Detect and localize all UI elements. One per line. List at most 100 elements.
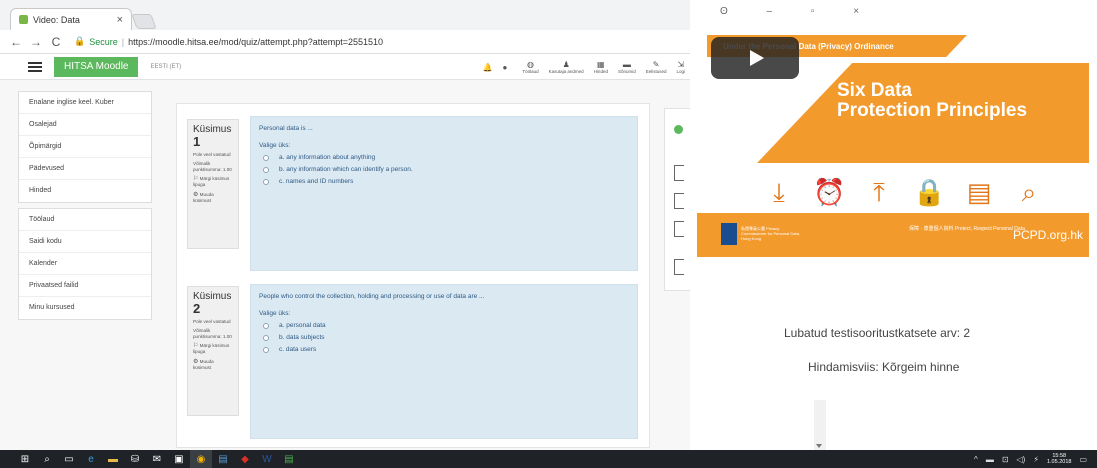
question-number: 1 xyxy=(193,134,201,149)
answer-prompt: Valige üks: xyxy=(259,310,291,317)
url-input[interactable]: 🔒 Secure | https://moodle.hitsa.ee/mod/q… xyxy=(74,36,383,47)
sidebar-item-site-home[interactable]: Saidi kodu xyxy=(19,231,151,253)
search-icon[interactable]: ⌕ xyxy=(36,450,58,468)
status-dot xyxy=(674,125,683,134)
edge-icon[interactable]: e xyxy=(80,450,102,468)
scrollbar[interactable] xyxy=(814,400,826,450)
chat-icon[interactable]: ● xyxy=(503,63,508,72)
sidebar-item-dashboard[interactable]: Töölaud xyxy=(19,209,151,231)
answer-option[interactable]: a. any information about anything xyxy=(259,154,629,161)
scroll-down-icon[interactable] xyxy=(816,444,822,448)
sidebar-item-course[interactable]: Enalane inglise keel. Kuber xyxy=(19,92,151,114)
question-box: People who control the collection, holdi… xyxy=(250,284,638,439)
logout-icon: ⇲ xyxy=(677,60,685,69)
principles-icons: ⤓ ⏰ ⤒ 🔒 ▤ ⌕ xyxy=(763,177,1045,207)
tray-app-icon[interactable]: ▬ xyxy=(986,455,994,464)
quiz-nav-button[interactable] xyxy=(674,259,684,275)
pcpd-logo-text: 私隱專員公署 Privacy Commissioner for Personal… xyxy=(741,226,800,241)
forward-icon[interactable]: → xyxy=(30,35,42,49)
back-icon[interactable]: ← xyxy=(10,35,22,49)
video-player[interactable]: Under the Personal Data (Privacy) Ordina… xyxy=(697,27,1097,257)
browser-tab[interactable]: Video: Data × xyxy=(10,8,132,30)
tray-expand-icon[interactable]: ^ xyxy=(974,455,978,464)
answer-option[interactable]: c. names and ID numbers xyxy=(259,178,629,185)
answer-option[interactable]: a. personal data xyxy=(259,322,629,329)
browser-tabstrip: Video: Data × xyxy=(0,0,690,30)
notification-icon[interactable]: ▭ xyxy=(1079,455,1087,464)
windows-start-icon[interactable]: ⊞ xyxy=(14,450,36,468)
sidebar-item-private-files[interactable]: Privaatsed failid xyxy=(19,275,151,297)
reload-icon[interactable]: C xyxy=(50,35,62,49)
nav-messages[interactable]: ▬ Sõnumid xyxy=(618,60,636,74)
nav-right: 🔔 ● ◍ Töölaud ♟ Kasutaja andmed ▦ Hinded… xyxy=(483,54,690,80)
system-tray: ^ ▬ ⊡ ◁) ⚡ 15:58 1.05.2018 ▭ xyxy=(974,450,1097,468)
brand-logo[interactable]: HITSA Moodle xyxy=(54,56,139,77)
store-icon[interactable]: ⛁ xyxy=(124,450,146,468)
edit-question-link[interactable]: ⚙ Muuda küsimust xyxy=(193,192,233,204)
quiz-nav-button[interactable] xyxy=(674,165,684,181)
lock-icon: 🔒 xyxy=(74,36,86,46)
power-icon[interactable]: ⚡ xyxy=(1033,455,1039,464)
footer-url: PCPD.org.hk xyxy=(1013,228,1084,242)
hd-app-icon[interactable]: ▤ xyxy=(212,450,234,468)
quiz-nav-button[interactable] xyxy=(674,221,684,237)
flag-question-link[interactable]: ⚐ Märgi küsimus lipuga xyxy=(193,176,233,188)
chrome-icon[interactable]: ◉ xyxy=(190,450,212,468)
grid-icon: ▦ xyxy=(597,60,605,69)
moodle-navbar: HITSA Moodle EESTI (ET) 🔔 ● ◍ Töölaud ♟ … xyxy=(0,54,690,80)
app-icon[interactable]: ▣ xyxy=(168,450,190,468)
upload-icon: ⤒ xyxy=(873,177,885,207)
screen: Video: Data × ← → C 🔒 Secure | https://m… xyxy=(0,0,1097,468)
attempts-allowed: Lubatud testisooritustkatsete arv: 2 xyxy=(784,326,971,340)
nav-profile[interactable]: ♟ Kasutaja andmed xyxy=(549,60,584,74)
new-tab-button[interactable] xyxy=(131,14,157,29)
sidebar-item-competencies[interactable]: Pädevused xyxy=(19,158,151,180)
answer-option[interactable]: b. data subjects xyxy=(259,334,629,341)
radio-button[interactable] xyxy=(263,178,269,185)
footer-slogan: 保障 · 尊重個人資料 Protect, Respect Personal Da… xyxy=(909,226,1025,232)
sidebar-item-my-courses[interactable]: Minu kursused xyxy=(19,297,151,319)
download-icon: ⤓ xyxy=(773,177,785,207)
edit-question-link[interactable]: ⚙ Muuda küsimust xyxy=(193,359,233,371)
clock[interactable]: 15:58 1.05.2018 xyxy=(1047,453,1071,465)
question-text: Personal data is ... xyxy=(259,125,313,132)
play-button[interactable] xyxy=(711,37,799,79)
nav-preferences[interactable]: ✎ Eelistused xyxy=(646,60,667,74)
menu-icon[interactable] xyxy=(28,61,42,72)
radio-button[interactable] xyxy=(263,154,269,161)
user-icon: ♟ xyxy=(562,60,570,69)
volume-icon[interactable]: ◁) xyxy=(1017,455,1026,464)
word-icon[interactable]: W xyxy=(256,450,278,468)
red-app-icon[interactable]: ◆ xyxy=(234,450,256,468)
url-separator: | xyxy=(121,36,125,47)
sidebar-item-badges[interactable]: Õpimärgid xyxy=(19,136,151,158)
dashboard-icon: ◍ xyxy=(527,60,535,69)
pcpd-logo-icon xyxy=(721,223,737,245)
sidebar-item-participants[interactable]: Osalejad xyxy=(19,114,151,136)
network-icon[interactable]: ⊡ xyxy=(1002,455,1009,464)
radio-button[interactable] xyxy=(263,166,269,173)
tab-close-icon[interactable]: × xyxy=(117,14,123,26)
sidebar-site-group: Töölaud Saidi kodu Kalender Privaatsed f… xyxy=(18,208,152,320)
task-view-icon[interactable]: ▭ xyxy=(58,450,80,468)
language-selector[interactable]: EESTI (ET) xyxy=(150,64,181,70)
quiz-nav-button[interactable] xyxy=(674,193,684,209)
radio-button[interactable] xyxy=(263,322,269,329)
nav-grades[interactable]: ▦ Hinded xyxy=(594,60,608,74)
sidebar-item-calendar[interactable]: Kalender xyxy=(19,253,151,275)
question-box: Personal data is ... Valige üks: a. any … xyxy=(250,116,638,271)
notepad-icon[interactable]: ▤ xyxy=(278,450,300,468)
radio-button[interactable] xyxy=(263,346,269,353)
nav-dashboard[interactable]: ◍ Töölaud xyxy=(522,60,538,74)
moodle-favicon-icon xyxy=(19,15,28,24)
nav-logout[interactable]: ⇲ Logi xyxy=(676,60,685,74)
radio-button[interactable] xyxy=(263,334,269,341)
taskbar: ⊞ ⌕ ▭ e ▬ ⛁ ✉ ▣ ◉ ▤ ◆ W ▤ ^ ▬ ⊡ ◁) ⚡ 15:… xyxy=(0,450,1097,468)
answer-option[interactable]: c. data users xyxy=(259,346,629,353)
mail-icon[interactable]: ✉ xyxy=(146,450,168,468)
answer-option[interactable]: b. any information which can identify a … xyxy=(259,166,629,173)
bell-icon[interactable]: 🔔 xyxy=(483,63,493,72)
sidebar-item-grades[interactable]: Hinded xyxy=(19,180,151,202)
file-explorer-icon[interactable]: ▬ xyxy=(102,450,124,468)
flag-question-link[interactable]: ⚐ Märgi küsimus lipuga xyxy=(193,343,233,355)
